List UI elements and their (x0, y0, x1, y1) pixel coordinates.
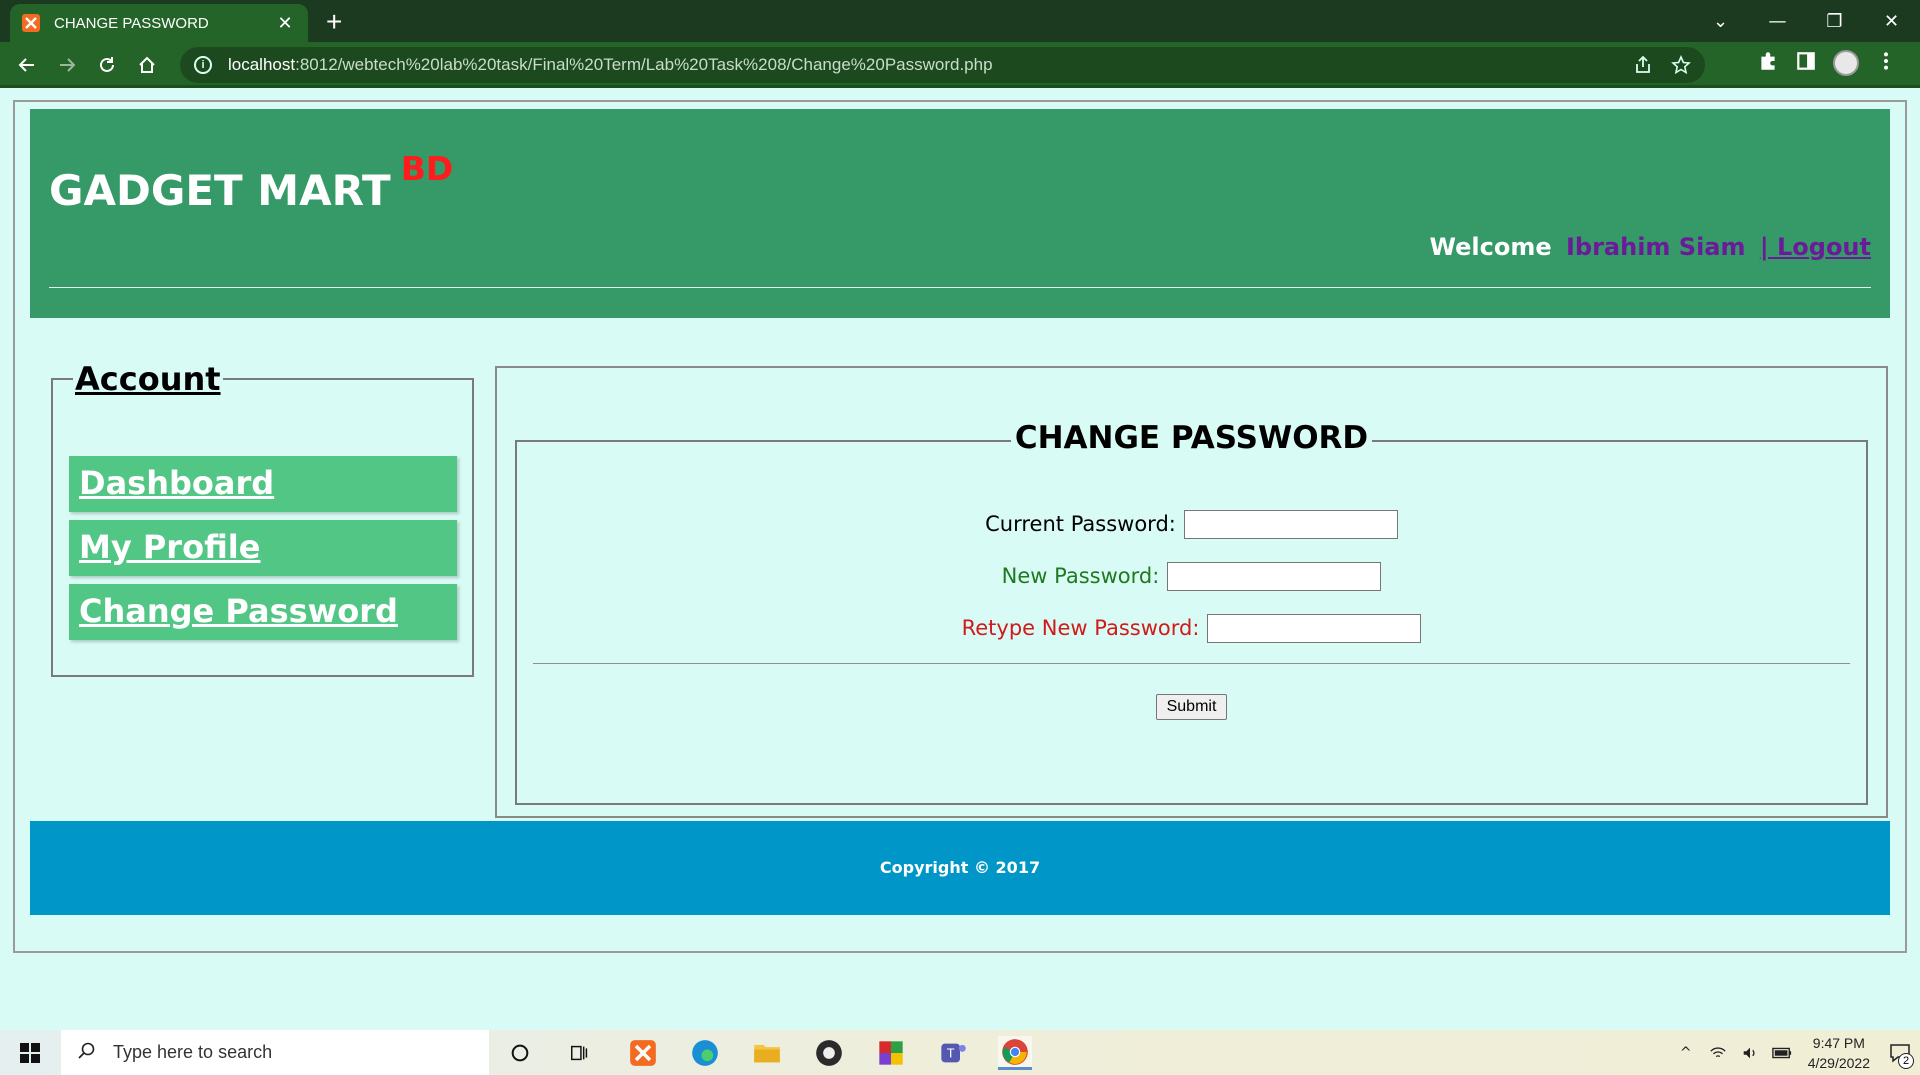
welcome-bar: Welcome Ibrahim Siam | Logout (1429, 233, 1871, 261)
user-name-link[interactable]: Ibrahim Siam (1566, 233, 1746, 261)
reload-icon[interactable] (92, 50, 122, 80)
browser-tabstrip: CHANGE PASSWORD ✕ + ⌄ — ❐ ✕ (0, 0, 1920, 42)
windows-taskbar: Type here to search T ^ 9:47 PM 4/29/202… (0, 1030, 1920, 1075)
submit-row: Submit (517, 694, 1866, 720)
form-divider (533, 663, 1850, 664)
welcome-label: Welcome (1429, 233, 1552, 261)
close-icon[interactable]: ✕ (274, 13, 296, 34)
sidebar-item-change-password[interactable]: Change Password (69, 584, 457, 640)
cortana-icon[interactable] (503, 1036, 537, 1070)
new-password-label: New Password: (1001, 563, 1160, 588)
search-icon (77, 1041, 97, 1065)
clock-time: 9:47 PM (1812, 1034, 1865, 1051)
chrome-icon[interactable] (998, 1036, 1032, 1070)
restore-icon[interactable]: ❐ (1806, 0, 1863, 42)
taskbar-clock[interactable]: 9:47 PM 4/29/2022 (1808, 1033, 1870, 1073)
sidebar-icon[interactable] (1795, 50, 1817, 76)
browser-toolbar: i localhost:8012/webtech%20lab%20task/Fi… (0, 42, 1920, 88)
change-password-form: CHANGE PASSWORD Current Password: New Pa… (515, 420, 1868, 805)
search-placeholder: Type here to search (113, 1042, 273, 1062)
sidebar-item-my-profile[interactable]: My Profile (69, 520, 457, 576)
file-explorer-icon[interactable] (750, 1036, 784, 1070)
forward-arrow-icon[interactable] (52, 50, 82, 80)
brand-suffix: BD (400, 149, 454, 188)
share-icon[interactable] (1633, 55, 1653, 79)
address-bar[interactable]: i localhost:8012/webtech%20lab%20task/Fi… (180, 47, 1705, 83)
back-arrow-icon[interactable] (12, 50, 42, 80)
submit-button[interactable]: Submit (1155, 694, 1228, 720)
xampp-icon[interactable] (626, 1036, 660, 1070)
current-password-row: Current Password: (517, 510, 1866, 539)
home-icon[interactable] (132, 50, 162, 80)
chevron-down-icon[interactable]: ⌄ (1692, 0, 1749, 42)
retype-password-label: Retype New Password: (961, 615, 1200, 640)
wifi-icon[interactable] (1704, 1039, 1732, 1067)
kebab-menu-icon[interactable] (1875, 50, 1897, 76)
windows-icon[interactable] (0, 1030, 60, 1075)
account-legend: Account (73, 360, 223, 398)
form-legend: CHANGE PASSWORD (517, 420, 1866, 456)
account-sidebar: Account Dashboard My Profile Change Pass… (51, 360, 474, 677)
colorful-app-icon[interactable] (874, 1036, 908, 1070)
header-divider (49, 287, 1871, 288)
extension-icons (1757, 50, 1897, 76)
xampp-icon (22, 14, 40, 32)
taskbar-search[interactable]: Type here to search (61, 1030, 489, 1075)
edge-icon[interactable] (688, 1036, 722, 1070)
tab-title: CHANGE PASSWORD (54, 14, 209, 32)
sidebar-item-dashboard[interactable]: Dashboard (69, 456, 457, 512)
notification-badge: 2 (1898, 1053, 1914, 1069)
retype-password-input[interactable] (1207, 614, 1422, 643)
url-text: localhost:8012/webtech%20lab%20task/Fina… (228, 55, 993, 74)
site-header: GADGET MART BD Welcome Ibrahim Siam | Log… (30, 109, 1890, 318)
new-password-input[interactable] (1167, 562, 1382, 591)
minimize-icon[interactable]: — (1749, 0, 1806, 42)
current-password-label: Current Password: (985, 511, 1176, 536)
avatar[interactable] (1833, 50, 1859, 76)
site-footer: Copyright © 2017 (30, 821, 1890, 915)
star-icon[interactable] (1671, 54, 1691, 79)
plus-icon[interactable]: + (326, 6, 342, 38)
logout-link[interactable]: | Logout (1760, 233, 1871, 261)
clock-date: 4/29/2022 (1807, 1054, 1870, 1071)
brand-logo: GADGET MART BD (49, 149, 454, 215)
task-view-icon[interactable] (563, 1036, 597, 1070)
info-icon[interactable]: i (194, 56, 212, 74)
puzzle-icon[interactable] (1757, 50, 1779, 76)
teams-icon[interactable]: T (936, 1036, 970, 1070)
current-password-input[interactable] (1183, 510, 1398, 539)
chevron-up-icon[interactable]: ^ (1672, 1039, 1700, 1067)
volume-icon[interactable] (1736, 1039, 1764, 1067)
battery-icon[interactable] (1768, 1039, 1796, 1067)
system-tray: ^ 9:47 PM 4/29/2022 2 (1670, 1030, 1920, 1075)
obs-icon[interactable] (812, 1036, 846, 1070)
window-controls: ⌄ — ❐ ✕ (1692, 0, 1920, 42)
retype-password-row: Retype New Password: (517, 614, 1866, 643)
new-password-row: New Password: (517, 562, 1866, 591)
window-close-icon[interactable]: ✕ (1863, 0, 1920, 42)
notification-icon[interactable]: 2 (1880, 1030, 1920, 1075)
browser-tab[interactable]: CHANGE PASSWORD ✕ (10, 4, 308, 42)
svg-text:T: T (947, 1046, 955, 1061)
